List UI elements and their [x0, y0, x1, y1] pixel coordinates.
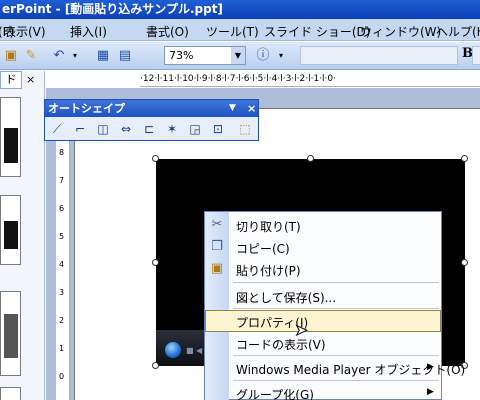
- menu-item-label: コードの表示(V): [236, 338, 326, 352]
- basic-shapes-icon[interactable]: ◫: [95, 121, 111, 137]
- zoom-select[interactable]: 73% ▼: [164, 46, 246, 65]
- resize-handle[interactable]: [307, 155, 314, 162]
- menu-item-label: コピー(C): [236, 242, 290, 256]
- format-painter-icon[interactable]: ✎: [22, 47, 40, 65]
- slide-thumbnail[interactable]: [0, 195, 21, 265]
- resize-handle[interactable]: [152, 155, 159, 162]
- menu-item-label: 切り取り(T): [236, 220, 301, 234]
- zoom-value: 73%: [169, 49, 194, 62]
- paste-icon: ▣: [210, 261, 224, 276]
- menu-item-label: 図として保存(S)...: [236, 291, 337, 305]
- toolbar-options-icon[interactable]: ▾: [272, 47, 290, 65]
- block-arrows-icon[interactable]: ⇔: [118, 121, 134, 137]
- menu-help[interactable]: ヘルプ(H): [436, 23, 480, 40]
- ruler-tick: 0: [59, 372, 65, 381]
- close-icon[interactable]: ×: [247, 100, 256, 117]
- close-icon[interactable]: ×: [26, 73, 35, 86]
- resize-handle[interactable]: [152, 362, 159, 369]
- menu-slideshow[interactable]: スライド ショー(D): [264, 23, 370, 40]
- callouts-icon[interactable]: ◲: [187, 121, 203, 137]
- menu-item-copy[interactable]: ❐ コピー(C): [205, 236, 441, 258]
- context-menu: ✂ 切り取り(T) ❐ コピー(C) ▣ 貼り付け(P) 図として保存(S)..…: [204, 211, 465, 400]
- vertical-ruler: 8 7 6 5 4 3 2 1 0: [56, 140, 70, 400]
- horizontal-ruler: ·12·l·11·l·10·l·9·l·8·l·7·l·6·l·5·l·4·l·…: [140, 71, 480, 87]
- menu-format[interactable]: 書式(O): [146, 23, 189, 40]
- menu-item-group[interactable]: グループ化(G) ▶: [205, 382, 441, 400]
- scissors-icon: ✂: [211, 217, 223, 232]
- menu-item-paste[interactable]: ▣ 貼り付け(P): [205, 258, 441, 280]
- menu-item-view-code[interactable]: コードの表示(V): [205, 332, 441, 354]
- autoshape-title-bar[interactable]: オートシェイプ ▼ ×: [45, 100, 258, 117]
- menu-item-label: 貼り付け(P): [236, 264, 301, 278]
- menu-separator: [233, 308, 439, 309]
- slide-thumbnail[interactable]: [0, 291, 21, 376]
- copy-icon: ❐: [211, 239, 223, 254]
- help-icon[interactable]: ⓘ: [254, 47, 272, 65]
- connectors-icon[interactable]: ⌐: [72, 121, 88, 137]
- title-bar: erPoint - [動画貼り込みサンプル.ppt]: [0, 0, 480, 19]
- menu-item-properties[interactable]: プロパティ(I): [205, 310, 441, 332]
- ruler-tick: 5: [59, 232, 65, 241]
- play-icon[interactable]: [165, 342, 181, 358]
- ruler-tick: 3: [59, 288, 65, 297]
- menu-window[interactable]: ウィンドウ(W): [360, 23, 441, 40]
- ruler-text: ·12·l·11·l·10·l·9·l·8·l·7·l·6·l·5·l·4·l·…: [140, 74, 337, 84]
- ruler-tick: 8: [59, 148, 65, 157]
- font-select[interactable]: [300, 46, 458, 65]
- chevron-down-icon[interactable]: ▼: [231, 47, 245, 64]
- ruler-tick: 2: [59, 316, 65, 325]
- resize-handle[interactable]: [152, 259, 159, 266]
- menu-item-wmp-object[interactable]: Windows Media Player オブジェクト(O) ▶: [205, 357, 465, 379]
- stars-banners-icon[interactable]: ✶: [164, 121, 180, 137]
- autoshape-title: オートシェイプ: [48, 102, 125, 115]
- slides-pane: ド ×: [0, 71, 45, 400]
- window-title: erPoint - [動画貼り込みサンプル.ppt]: [2, 2, 223, 16]
- slide-thumbnail[interactable]: [0, 387, 21, 400]
- resize-handle[interactable]: [461, 259, 468, 266]
- ruler-tick: 6: [59, 204, 65, 213]
- menu-tools[interactable]: ツール(T): [206, 23, 259, 40]
- menu-separator: [233, 355, 439, 356]
- tables-borders-icon[interactable]: ▤: [116, 47, 134, 65]
- toolbar-menu-icon[interactable]: ▼: [229, 100, 236, 117]
- tab-slides[interactable]: ド: [0, 71, 22, 89]
- menu-item-label: グループ化(G): [236, 388, 314, 400]
- menu-separator: [233, 380, 439, 381]
- prev-icon[interactable]: ◀: [196, 346, 202, 355]
- ruler-tick: 4: [59, 260, 65, 269]
- paste-icon[interactable]: ▣: [2, 47, 20, 65]
- slide-thumbnail[interactable]: [0, 97, 21, 177]
- mouse-cursor-icon: ➤: [295, 321, 309, 340]
- menu-item-cut[interactable]: ✂ 切り取り(T): [205, 214, 441, 236]
- ruler-tick: 7: [59, 176, 65, 185]
- stop-icon[interactable]: ■: [186, 346, 194, 355]
- flowchart-icon[interactable]: ⊏: [141, 121, 157, 137]
- submenu-arrow-icon: ▶: [427, 362, 434, 372]
- font-size-select[interactable]: [472, 46, 480, 65]
- menu-item-save-as-picture[interactable]: 図として保存(S)...: [205, 285, 441, 307]
- submenu-arrow-icon: ▶: [427, 387, 434, 397]
- undo-dropdown-icon[interactable]: ▾: [66, 47, 84, 65]
- menu-view[interactable]: 表示(V): [4, 23, 46, 40]
- menu-insert[interactable]: 挿入(I): [70, 23, 107, 40]
- menu-separator: [233, 282, 439, 283]
- action-buttons-icon[interactable]: ⊡: [210, 121, 226, 137]
- menu-bar: ファイル(F) 表示(V) 挿入(I) 書式(O) ツール(T) スライド ショ…: [0, 19, 480, 41]
- lines-icon[interactable]: ⟋: [49, 121, 65, 137]
- resize-handle[interactable]: [461, 155, 468, 162]
- autoshape-tools: ⟋ ⌐ ◫ ⇔ ⊏ ✶ ◲ ⊡ ⬚: [45, 118, 258, 140]
- ruler-tick: 1: [59, 344, 65, 353]
- insert-table-icon[interactable]: ▦: [94, 47, 112, 65]
- more-autoshapes-icon[interactable]: ⬚: [237, 121, 253, 137]
- autoshape-toolbar: オートシェイプ ▼ × ⟋ ⌐ ◫ ⇔ ⊏ ✶ ◲ ⊡ ⬚: [44, 99, 259, 141]
